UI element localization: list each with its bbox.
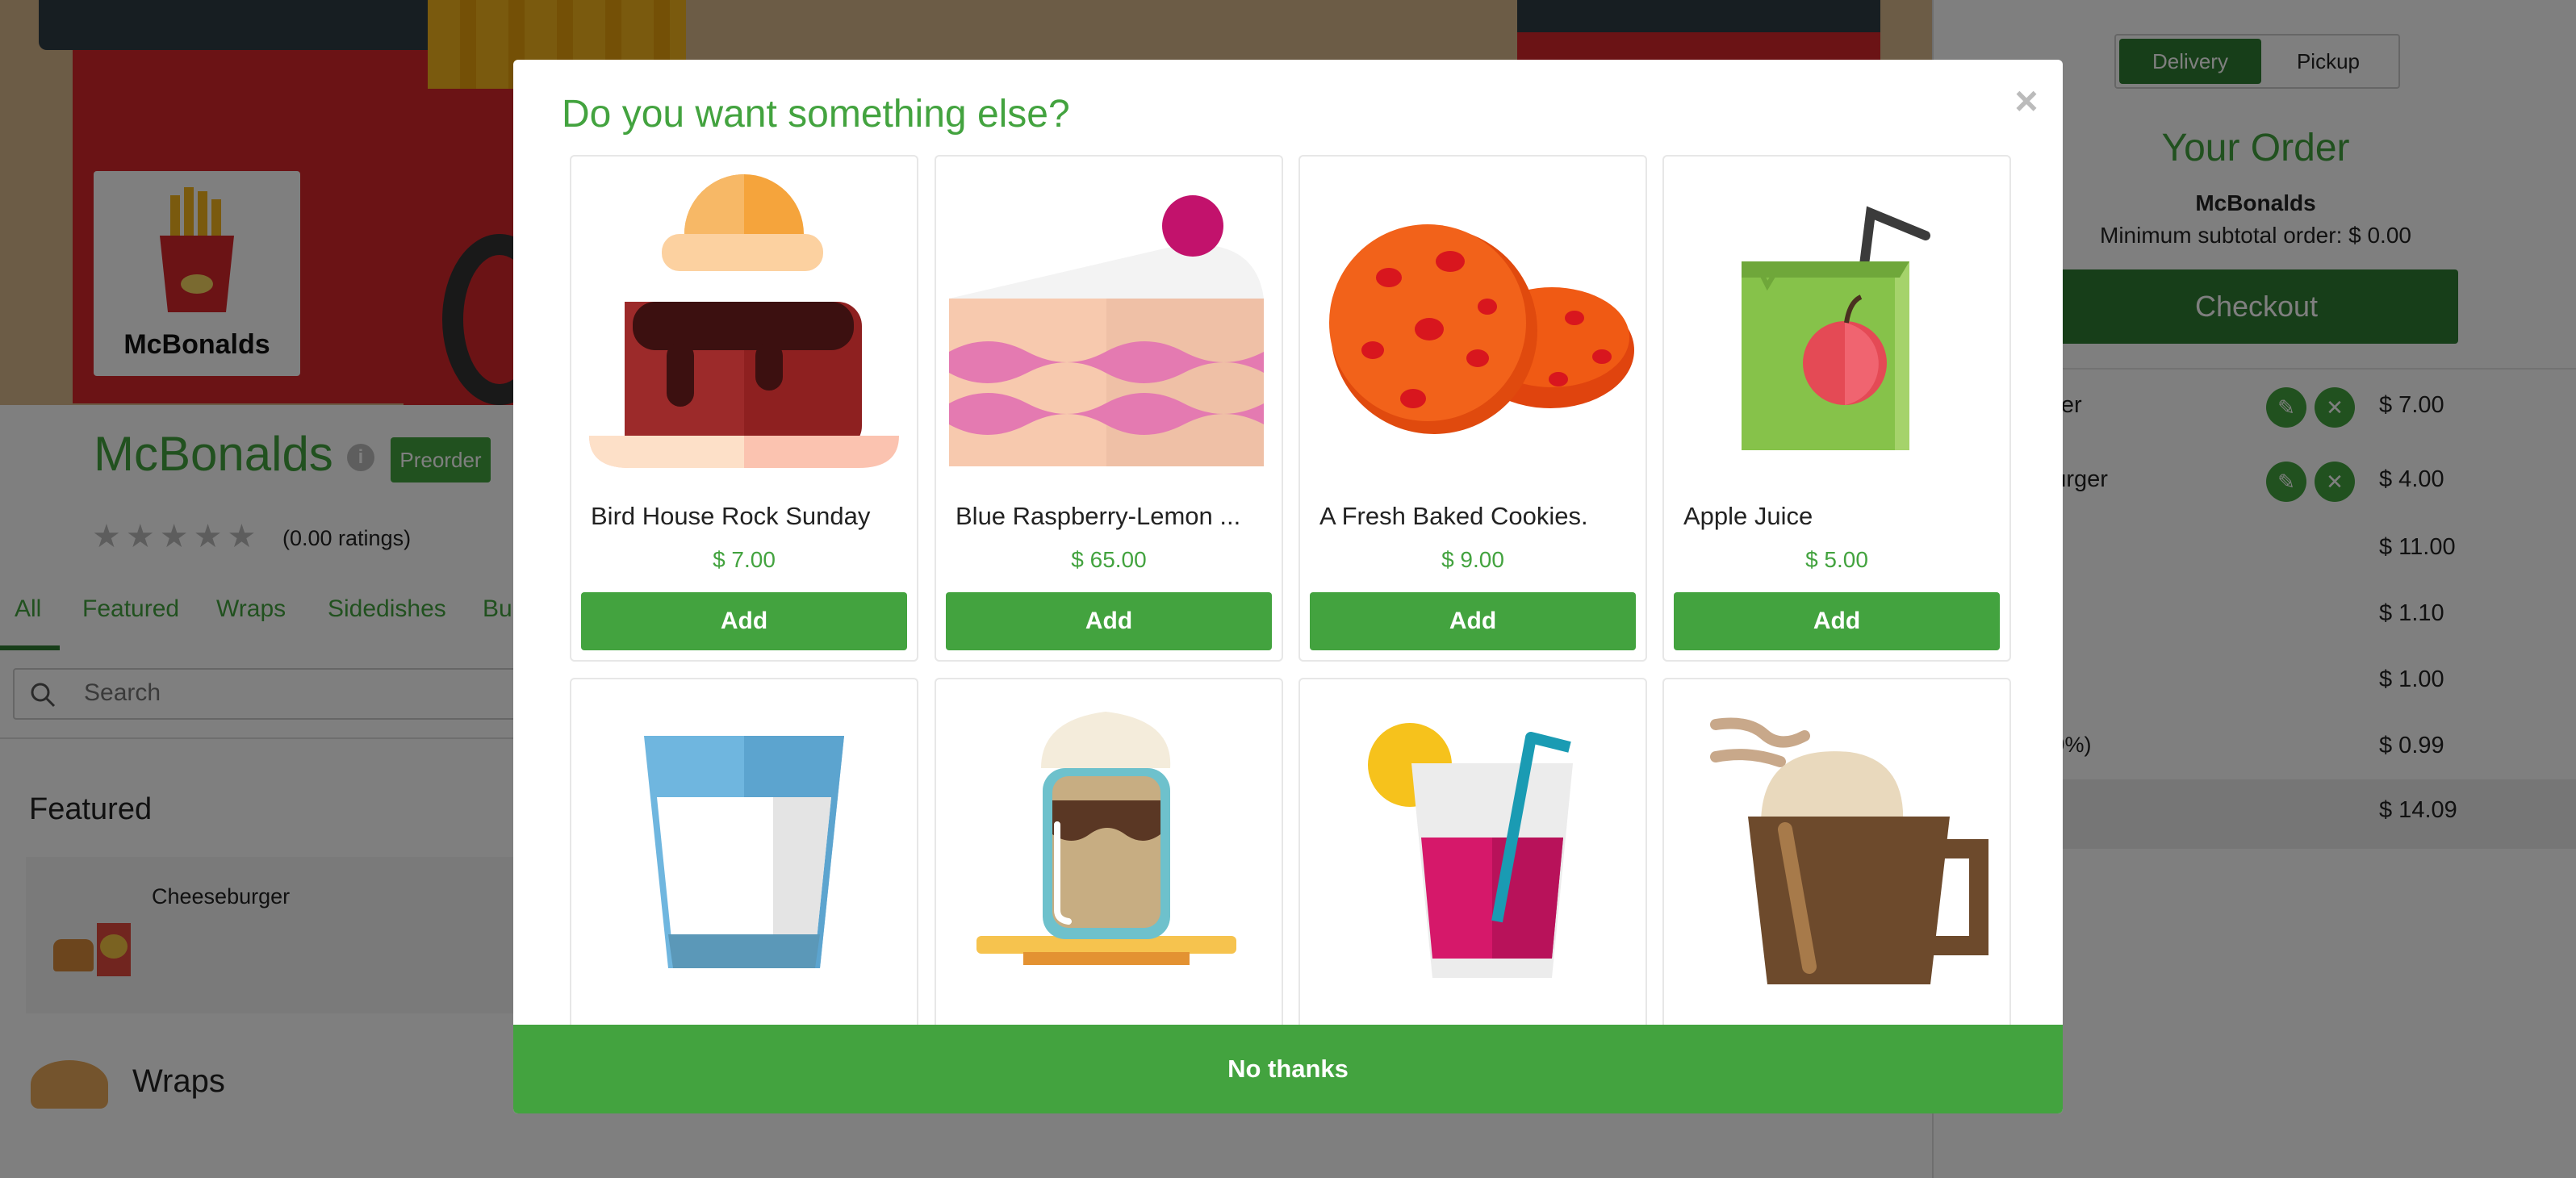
product-name: Apple Juice xyxy=(1683,502,1813,530)
milk-glass-icon xyxy=(644,736,844,968)
no-thanks-button[interactable]: No thanks xyxy=(513,1025,2063,1113)
product-price: $ 9.00 xyxy=(1441,547,1504,572)
add-product-button[interactable]: Add xyxy=(1310,592,1636,650)
add-product-button[interactable]: Add xyxy=(1674,592,2000,650)
product-name: A Fresh Baked Cookies. xyxy=(1319,502,1588,530)
product-card[interactable]: A Fresh Baked Cookies. $ 9.00 Add xyxy=(1298,155,1647,662)
product-price: $ 5.00 xyxy=(1805,547,1868,572)
cake-icon xyxy=(589,174,899,468)
modal-title: Do you want something else? xyxy=(562,93,1070,136)
close-icon[interactable]: × xyxy=(2006,81,2047,121)
no-thanks-label: No thanks xyxy=(1227,1055,1349,1083)
product-card[interactable]: Apple Juice $ 5.00 Add xyxy=(1662,155,2011,662)
cocktail-icon xyxy=(1368,723,1573,978)
product-card[interactable]: Bird House Rock Sunday $ 7.00 Add xyxy=(570,155,918,662)
add-product-button[interactable]: Add xyxy=(581,592,907,650)
product-name: Blue Raspberry-Lemon ... xyxy=(956,502,1241,530)
product-price: $ 65.00 xyxy=(1071,547,1147,572)
hot-coffee-icon xyxy=(1710,717,1988,984)
frappe-icon xyxy=(976,712,1236,965)
cake-slice-icon xyxy=(949,195,1264,466)
cookies-icon xyxy=(1329,224,1634,434)
add-product-button[interactable]: Add xyxy=(946,592,1272,650)
product-price: $ 7.00 xyxy=(713,547,776,572)
upsell-modal: Do you want something else? × Bird House… xyxy=(513,60,2063,1113)
juice-box-icon xyxy=(1742,206,1930,450)
product-name: Bird House Rock Sunday xyxy=(591,502,871,530)
product-card[interactable]: Blue Raspberry-Lemon ... $ 65.00 Add xyxy=(935,155,1283,662)
